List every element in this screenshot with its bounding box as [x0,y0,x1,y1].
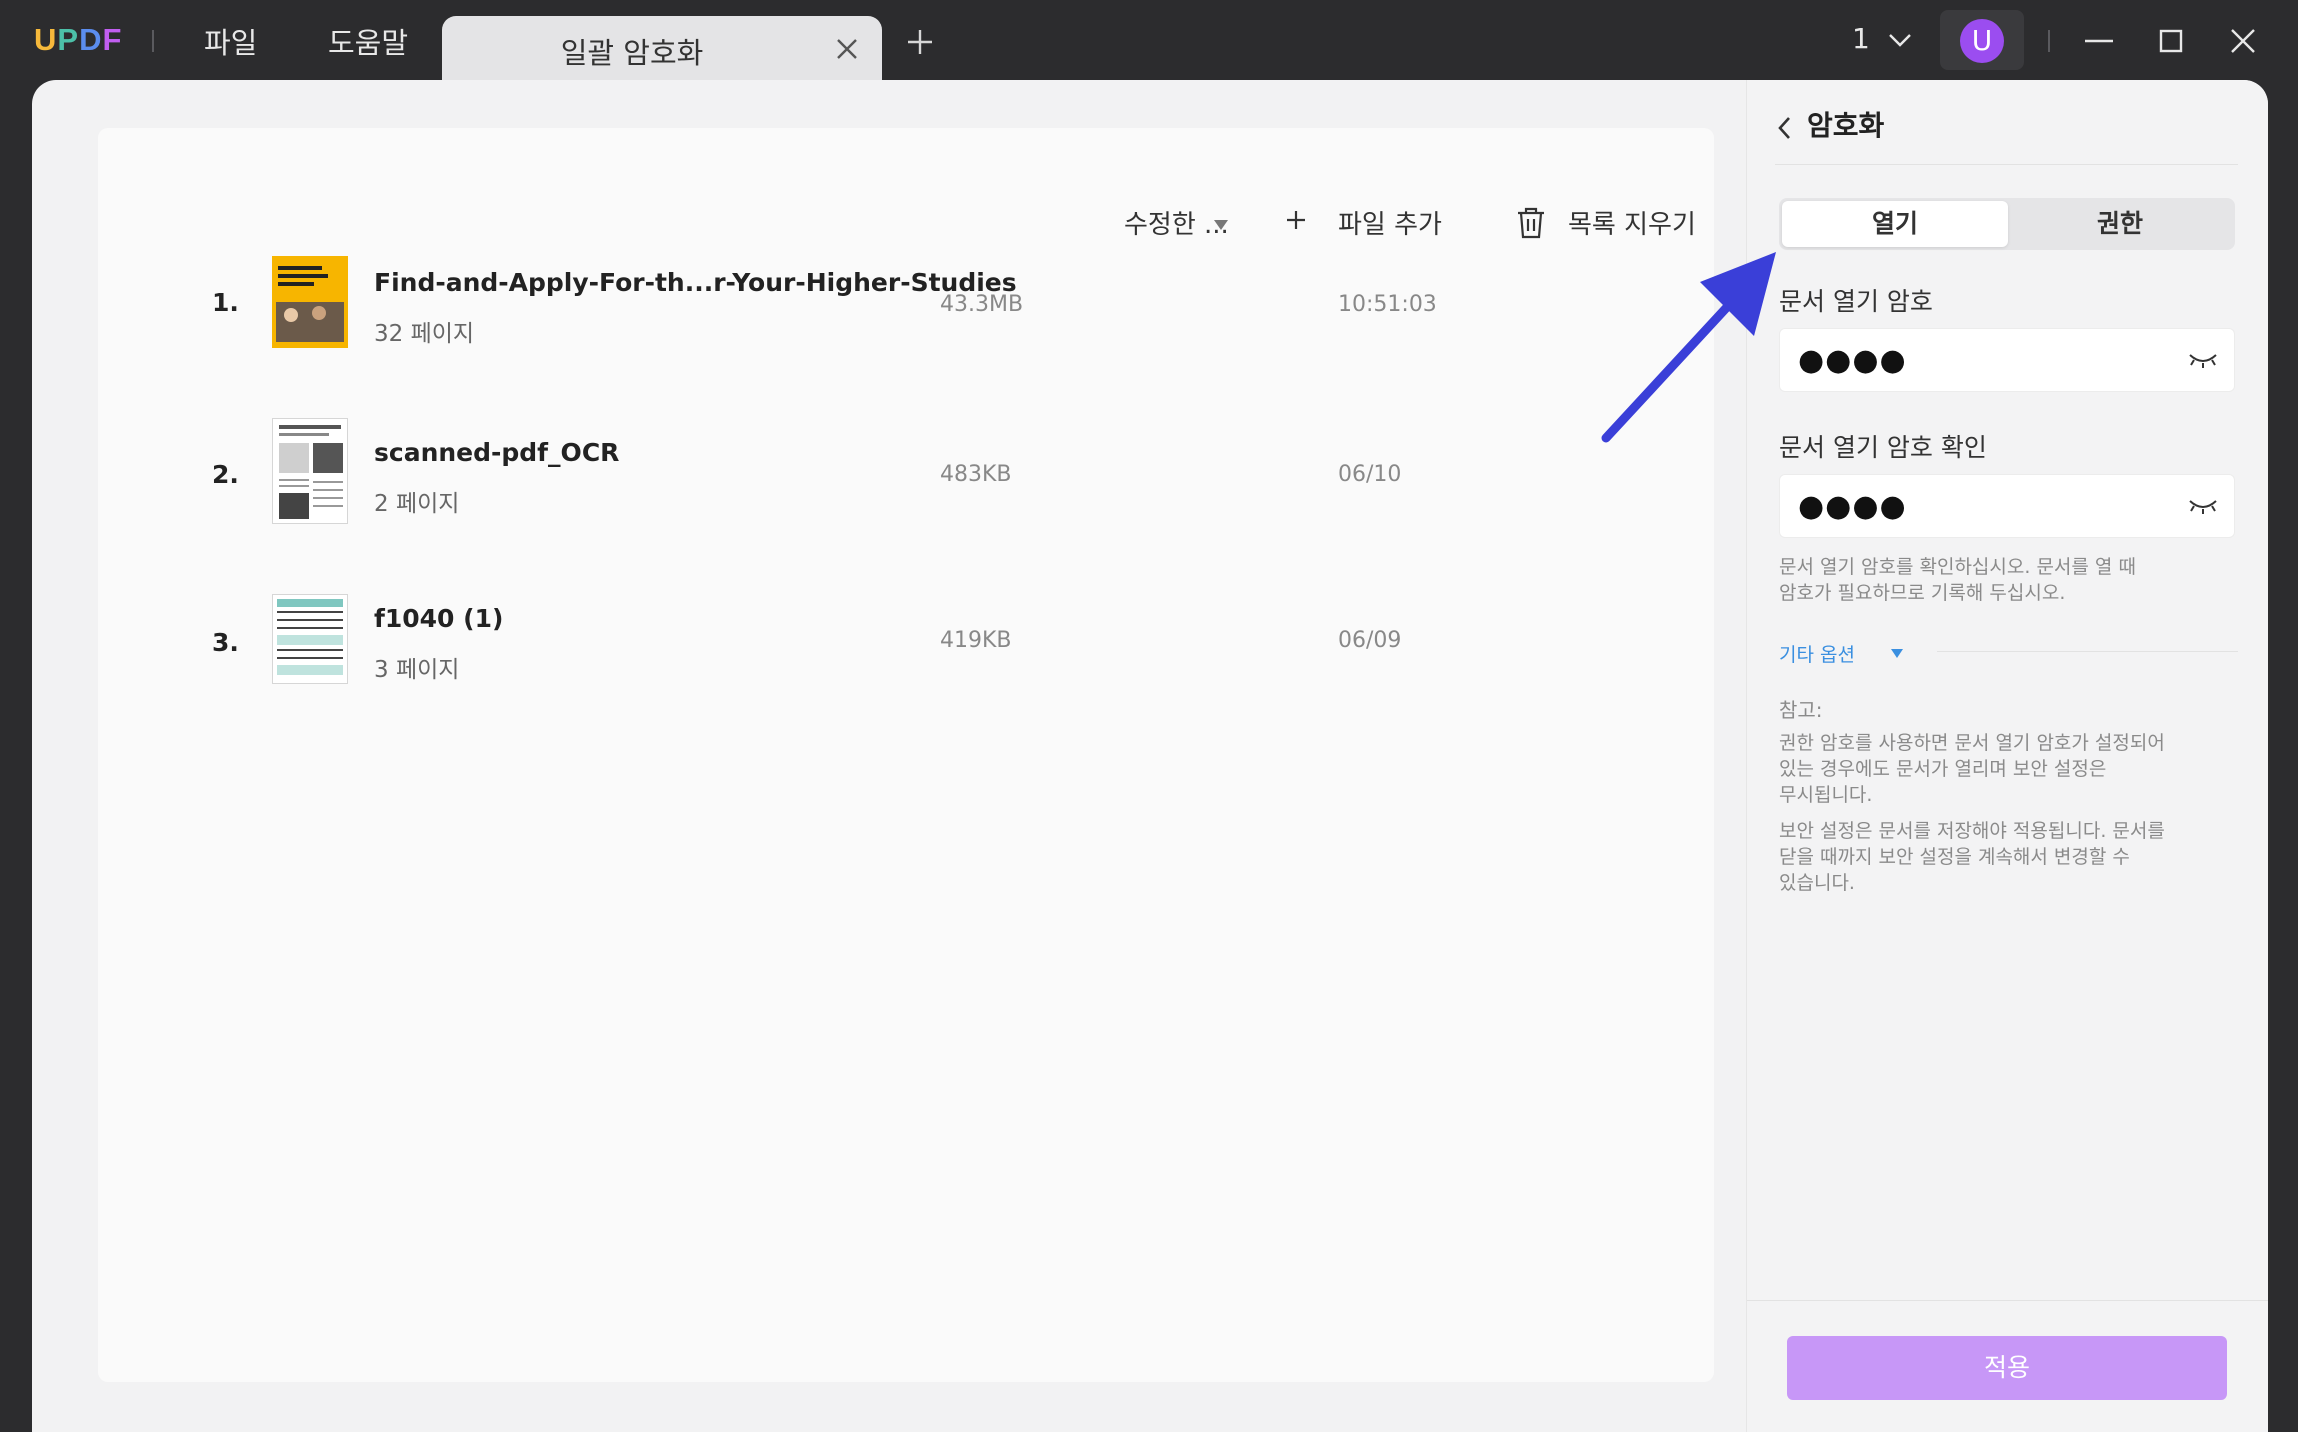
file-size: 483KB [940,462,1012,487]
panel-title: 암호화 [1807,109,1885,142]
add-tab-icon[interactable] [906,28,934,56]
password-hint-line: 문서 열기 암호를 확인하십시오. 문서를 열 때 [1779,556,2136,578]
eye-closed-icon[interactable] [2188,497,2218,515]
title-separator [2048,30,2050,52]
file-thumbnail [272,256,348,348]
add-file-button[interactable]: 파일 추가 [1338,204,1442,241]
encrypt-mode-toggle: 열기 권한 [1779,198,2235,250]
note-line: 보안 설정은 문서를 저장해야 적용됩니다. 문서를 [1779,820,2165,842]
note-line: 있는 경우에도 문서가 열리며 보안 설정은 [1779,758,2107,780]
maximize-icon[interactable] [2154,24,2188,58]
file-list-card: 수정한 ... 파일 추가 목록 지우기 1. Find-and-Apply-F… [98,128,1714,1382]
note-line: 있습니다. [1779,872,1855,894]
open-password-label: 문서 열기 암호 [1779,287,1933,316]
tab-open-password[interactable]: 열기 [1782,201,2008,247]
title-separator [152,30,154,52]
row-number: 3. [212,628,239,657]
caret-down-icon[interactable] [1214,220,1228,230]
file-thumbnail [272,594,348,684]
plus-icon[interactable] [1286,210,1306,230]
open-password-input[interactable]: ●●●● [1779,328,2235,392]
annotation-arrow-icon [1601,252,1776,443]
close-icon[interactable] [834,36,860,62]
note-line: 무시됩니다. [1779,784,1873,806]
caret-down-icon[interactable] [1891,649,1903,658]
file-size: 43.3MB [940,292,1024,317]
divider [1747,1300,2268,1301]
password-mask: ●●●● [1798,343,1907,378]
menu-file[interactable]: 파일 [204,20,257,62]
encrypt-panel: 암호화 열기 권한 문서 열기 암호 ●●●● 문서 열기 암호 확인 ●●●●… [1746,80,2268,1432]
tab-permission-password[interactable]: 권한 [2007,201,2233,247]
file-thumbnail [272,418,348,524]
confirm-password-label: 문서 열기 암호 확인 [1779,433,1987,462]
avatar: U [1960,19,2004,63]
zoom-dropdown[interactable]: 1 [1852,22,1913,55]
file-date: 10:51:03 [1338,292,1437,317]
file-name: Find-and-Apply-For-th...r-Your-Higher-St… [374,268,1017,297]
row-number: 1. [212,288,239,317]
apply-button[interactable]: 적용 [1787,1336,2227,1400]
file-name: scanned-pdf_OCR [374,438,620,467]
account-button[interactable]: U [1940,10,2024,70]
note-line: 닫을 때까지 보안 설정을 계속해서 변경할 수 [1779,846,2130,868]
divider [1937,651,2238,652]
close-window-icon[interactable] [2226,24,2260,58]
file-page-count: 32 페이지 [374,321,475,347]
note-line: 권한 암호를 사용하면 문서 열기 암호가 설정되어 [1779,732,2165,754]
file-date: 06/09 [1338,628,1402,653]
main-window: 수정한 ... 파일 추가 목록 지우기 1. Find-and-Apply-F… [32,80,2268,1432]
back-chevron-icon[interactable] [1775,114,1793,142]
trash-icon[interactable] [1516,206,1546,240]
file-date: 06/10 [1338,462,1402,487]
tab-batch-encrypt[interactable]: 일괄 암호화 [442,16,882,82]
divider [1775,164,2238,165]
file-name: f1040 (1) [374,604,504,633]
menu-help[interactable]: 도움말 [328,20,408,62]
title-bar: UPDF 파일 도움말 일괄 암호화 1 U [0,0,2298,82]
minimize-icon[interactable] [2082,24,2116,58]
file-page-count: 3 페이지 [374,657,460,683]
file-row[interactable]: 3. f1040 (1) 3 페이지 419KB 06/09 [98,594,1714,714]
file-page-count: 2 페이지 [374,491,460,517]
confirm-password-input[interactable]: ●●●● [1779,474,2235,538]
file-row[interactable]: 1. Find-and-Apply-For-th...r-Your-Higher… [98,254,1714,374]
note-title: 참고: [1779,698,1823,722]
password-mask: ●●●● [1798,489,1907,524]
chevron-down-icon [1888,34,1911,47]
file-size: 419KB [940,628,1012,653]
password-hint-line: 암호가 필요하므로 기록해 두십시오. [1779,582,2066,604]
row-number: 2. [212,460,239,489]
more-options-toggle[interactable]: 기타 옵션 [1779,640,1855,667]
eye-closed-icon[interactable] [2188,351,2218,369]
file-row[interactable]: 2. scanned-pdf_OCR 2 페이지 483KB 06/10 [98,418,1714,538]
zoom-value: 1 [1852,22,1870,55]
updf-logo: UPDF [34,22,123,57]
tab-label: 일괄 암호화 [560,36,704,70]
